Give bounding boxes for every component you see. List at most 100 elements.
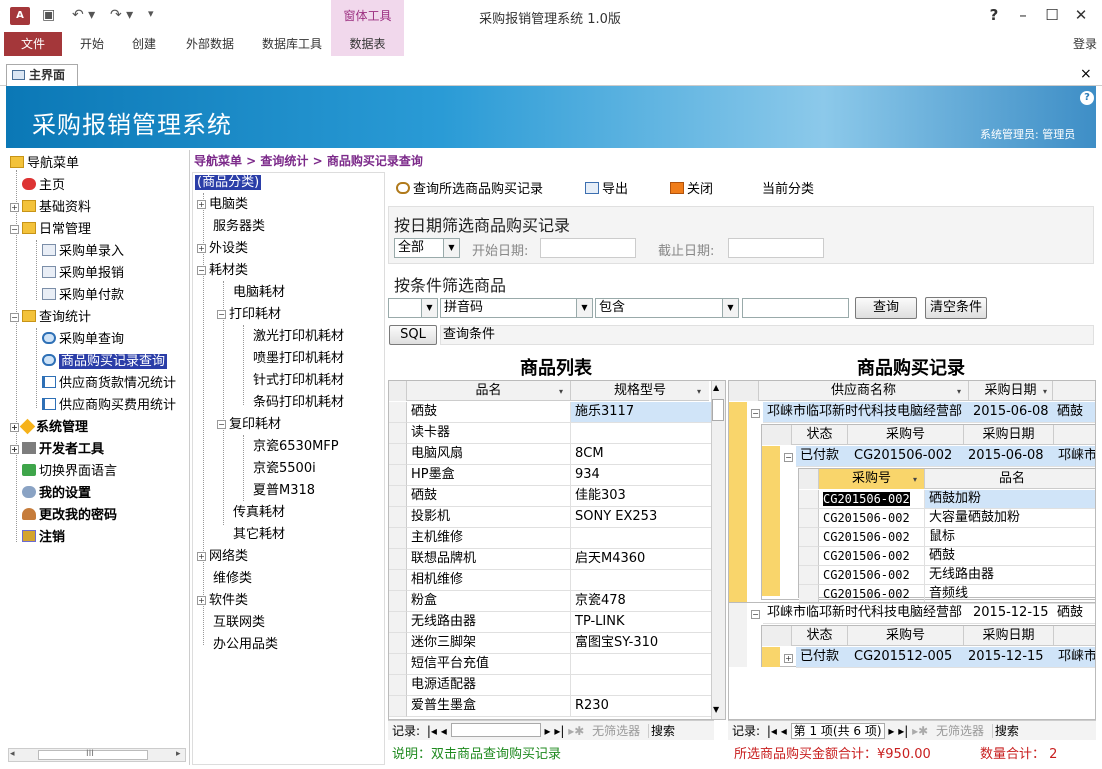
product-spec-cell[interactable]: R230: [571, 696, 711, 717]
product-vertical-scrollbar[interactable]: [711, 381, 725, 719]
no-filter-button[interactable]: 无筛选器: [936, 724, 984, 738]
category-item[interactable]: + 软件类: [197, 591, 248, 611]
category-item[interactable]: + 电脑类: [197, 195, 248, 215]
category-item[interactable]: 激光打印机耗材: [237, 327, 344, 347]
item-cell[interactable]: 硒鼓: [1053, 603, 1095, 624]
record-selector[interactable]: [389, 465, 407, 486]
product-name-cell[interactable]: 硒鼓: [407, 402, 571, 423]
help-button[interactable]: ?: [984, 6, 1004, 24]
nav-item[interactable]: 采购单查询: [30, 330, 124, 350]
item-order-no-cell[interactable]: CG201506-002: [819, 566, 925, 585]
tab-file[interactable]: 文件: [4, 32, 62, 56]
start-date-field[interactable]: [540, 238, 636, 258]
product-spec-cell[interactable]: [571, 570, 711, 591]
column-header-order-date[interactable]: 采购日期: [964, 626, 1054, 646]
export-button[interactable]: 导出: [585, 178, 628, 197]
maximize-button[interactable]: ☐: [1042, 6, 1062, 24]
prev-record-button[interactable]: ◂: [781, 724, 787, 738]
record-selector[interactable]: [389, 402, 407, 423]
last-record-button[interactable]: ▸|: [898, 724, 908, 738]
category-item[interactable]: − 打印耗材: [217, 305, 281, 325]
category-item[interactable]: 其它耗材: [217, 525, 285, 545]
scroll-right-arrow-icon[interactable]: ▸: [176, 749, 181, 759]
nav-item[interactable]: + 开发者工具: [10, 440, 104, 460]
order-supplier-cell[interactable]: 邛崃市: [1054, 647, 1095, 668]
record-selector[interactable]: [389, 654, 407, 675]
subgrid-corner[interactable]: [762, 626, 792, 646]
item-name-cell[interactable]: 鼠标: [925, 528, 1095, 547]
item-name-cell[interactable]: 硒鼓加粉: [925, 490, 1095, 509]
help-icon[interactable]: ?: [1080, 91, 1094, 105]
login-link[interactable]: 登录: [1068, 32, 1102, 56]
product-spec-cell[interactable]: 施乐3117: [571, 402, 711, 423]
item-name-cell[interactable]: 硒鼓: [925, 547, 1095, 566]
product-spec-cell[interactable]: 富图宝SY-310: [571, 633, 711, 654]
category-item[interactable]: 服务器类: [197, 217, 265, 237]
product-name-cell[interactable]: 电脑风扇: [407, 444, 571, 465]
record-selector[interactable]: [389, 549, 407, 570]
date-range-select[interactable]: 全部 ▼: [394, 238, 460, 258]
product-name-cell[interactable]: 爱普生墨盒: [407, 696, 571, 717]
order-supplier-cell[interactable]: 邛崃市: [1054, 446, 1095, 467]
category-item[interactable]: 传真耗材: [217, 503, 285, 523]
clear-conditions-button[interactable]: 清空条件: [925, 297, 987, 319]
next-record-button[interactable]: ▸: [544, 724, 550, 738]
collapse-icon[interactable]: −: [217, 420, 226, 429]
first-record-button[interactable]: |◂: [427, 724, 437, 738]
product-spec-cell[interactable]: 934: [571, 465, 711, 486]
record-selector[interactable]: [389, 591, 407, 612]
category-item[interactable]: − 耗材类: [197, 261, 248, 281]
date-cell[interactable]: 2015-12-15: [969, 603, 1053, 624]
record-selector[interactable]: [729, 603, 747, 667]
expand-icon[interactable]: +: [197, 596, 206, 605]
product-spec-cell[interactable]: TP-LINK: [571, 612, 711, 633]
product-name-cell[interactable]: 短信平台充值: [407, 654, 571, 675]
category-item[interactable]: 喷墨打印机耗材: [237, 349, 344, 369]
record-selector[interactable]: [799, 566, 819, 585]
scroll-down-arrow-icon[interactable]: ▼: [713, 705, 719, 714]
nav-item[interactable]: 注销: [10, 528, 65, 548]
nav-item[interactable]: 供应商货款情况统计: [30, 374, 176, 394]
sort-dropdown-icon[interactable]: ▾: [957, 387, 961, 396]
column-header-supplier[interactable]: 供应商名称: [759, 381, 969, 401]
product-spec-cell[interactable]: [571, 675, 711, 696]
record-selector[interactable]: [389, 570, 407, 591]
nav-item[interactable]: 供应商购买费用统计: [30, 396, 176, 416]
sort-dropdown-icon[interactable]: ▾: [1043, 387, 1047, 396]
record-selector[interactable]: [389, 675, 407, 696]
record-selector[interactable]: [389, 423, 407, 444]
tab-database-tools[interactable]: 数据库工具: [254, 32, 330, 56]
record-selector[interactable]: [389, 612, 407, 633]
order-date-cell[interactable]: 2015-12-15: [964, 647, 1054, 668]
date-cell[interactable]: 2015-06-08: [969, 402, 1053, 423]
prev-record-button[interactable]: ◂: [441, 724, 447, 738]
tab-datasheet[interactable]: 数据表: [331, 32, 404, 56]
product-name-cell[interactable]: 相机维修: [407, 570, 571, 591]
record-selector[interactable]: [762, 446, 780, 596]
product-name-cell[interactable]: 电源适配器: [407, 675, 571, 696]
items-subgrid-corner[interactable]: [799, 469, 819, 489]
column-header-status[interactable]: 状态: [792, 626, 848, 646]
column-header-item-order-no[interactable]: 采购号: [819, 469, 925, 489]
access-app-icon[interactable]: A: [10, 7, 30, 25]
status-cell[interactable]: 已付款: [796, 446, 850, 467]
column-header-order-date[interactable]: 采购日期: [964, 425, 1054, 445]
record-selector[interactable]: [799, 490, 819, 509]
query-button[interactable]: 查询: [855, 297, 917, 319]
category-item[interactable]: 夏普M318: [237, 481, 315, 501]
product-spec-cell[interactable]: [571, 423, 711, 444]
collapse-icon[interactable]: −: [10, 313, 19, 322]
product-name-cell[interactable]: 投影机: [407, 507, 571, 528]
record-selector[interactable]: [389, 486, 407, 507]
bracket-select[interactable]: ▼: [388, 298, 438, 318]
nav-item[interactable]: − 日常管理: [10, 220, 91, 240]
chevron-down-icon[interactable]: ▼: [576, 299, 592, 317]
product-spec-cell[interactable]: 8CM: [571, 444, 711, 465]
customize-qat-icon[interactable]: ▾: [148, 7, 154, 20]
order-no-cell[interactable]: CG201512-005: [850, 647, 964, 668]
subgrid-corner[interactable]: [762, 425, 792, 445]
category-item[interactable]: 针式打印机耗材: [237, 371, 344, 391]
status-cell[interactable]: 已付款: [796, 647, 850, 668]
nav-item[interactable]: 商品购买记录查询: [30, 352, 168, 372]
record-selector[interactable]: [799, 547, 819, 566]
